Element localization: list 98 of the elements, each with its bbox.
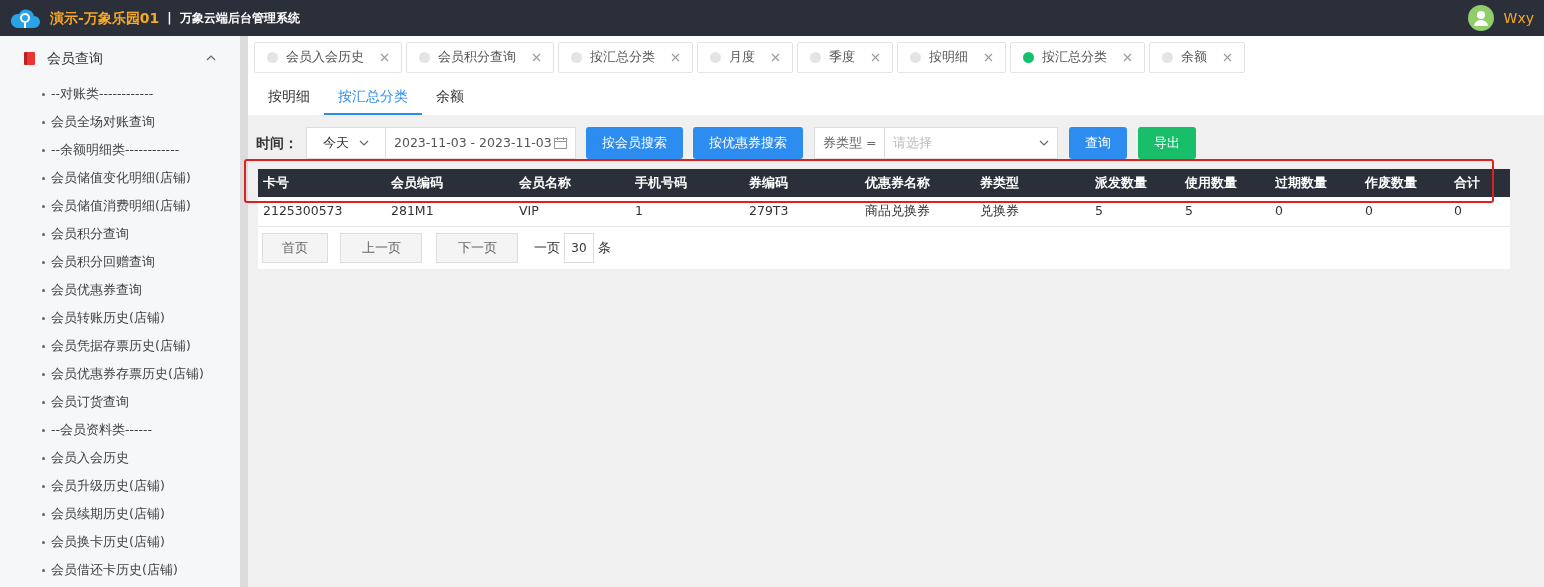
tab-label: 按汇总分类 (590, 48, 655, 67)
calendar-icon (554, 137, 567, 149)
sidebar-item[interactable]: 会员积分查询 (0, 220, 240, 248)
column-header: 作废数量 (1363, 173, 1418, 192)
per-page-label: 一页 (534, 239, 560, 258)
pager-button[interactable]: 下一页 (436, 233, 518, 263)
column-header: 会员名称 (518, 173, 572, 192)
page-tab[interactable]: 会员入会历史 (254, 42, 402, 73)
status-dot (810, 52, 821, 63)
time-label: 时间： (256, 133, 298, 153)
period-select[interactable]: 今天 (306, 127, 386, 159)
separator: | (167, 10, 172, 27)
sidebar-item[interactable]: 会员优惠券存票历史(店铺) (0, 360, 240, 388)
page-tab[interactable]: 按汇总分类 (558, 42, 693, 73)
sidebar-item[interactable]: --会员资料类------ (0, 416, 240, 444)
sub-tab[interactable]: 余额 (422, 77, 478, 115)
table-cell-text: 5 (1094, 202, 1104, 221)
table-cell-text: 0 (1364, 202, 1374, 221)
table-cell-text: 0 (1274, 202, 1284, 221)
status-dot (571, 52, 582, 63)
tab-label: 季度 (829, 48, 855, 67)
close-icon[interactable] (1223, 53, 1232, 62)
close-icon[interactable] (984, 53, 993, 62)
chevron-down-icon (359, 140, 369, 146)
column-header: 优惠券名称 (863, 173, 931, 192)
page-tab[interactable]: 月度 (697, 42, 793, 73)
column-header: 会员编码 (390, 173, 444, 192)
status-dot (910, 52, 921, 63)
avatar-icon[interactable] (1467, 5, 1494, 31)
close-icon[interactable] (532, 53, 541, 62)
table-cell-text: 兑换券 (979, 202, 1020, 221)
tab-label: 按汇总分类 (1042, 48, 1107, 67)
close-icon[interactable] (771, 53, 780, 62)
pager-button[interactable]: 上一页 (340, 233, 422, 263)
status-dot (1023, 52, 1034, 63)
sub-tab[interactable]: 按明细 (254, 77, 324, 115)
user-name[interactable]: Wxy (1503, 7, 1534, 29)
table-cell-text: 281M1 (390, 202, 435, 221)
column-header: 券编码 (748, 173, 789, 192)
sidebar-item[interactable]: --余额明细类------------ (0, 136, 240, 164)
sidebar-item[interactable]: 会员订货查询 (0, 388, 240, 416)
sidebar-item[interactable]: 会员转账历史(店铺) (0, 304, 240, 332)
status-dot (419, 52, 430, 63)
tab-label: 会员入会历史 (286, 48, 364, 67)
column-header: 手机号码 (634, 173, 688, 192)
sidebar-item[interactable]: 会员全场对账查询 (0, 108, 240, 136)
page-tab[interactable]: 季度 (797, 42, 893, 73)
book-icon (24, 51, 35, 65)
close-icon[interactable] (1123, 53, 1132, 62)
brand-name: 演示-万象乐园01 (50, 8, 160, 28)
sidebar-group-header[interactable]: 会员查询 (0, 36, 240, 80)
column-header: 卡号 (262, 173, 290, 192)
table-cell-text: 商品兑换券 (864, 202, 931, 221)
page-tab[interactable]: 按汇总分类 (1010, 42, 1145, 73)
column-header: 派发数量 (1094, 173, 1148, 192)
table-cell-text: 2125300573 (262, 202, 344, 221)
column-header: 券类型 (979, 173, 1020, 192)
close-icon[interactable] (671, 53, 680, 62)
tab-label: 按明细 (929, 48, 968, 67)
tab-label: 余额 (1181, 48, 1207, 67)
chevron-down-icon (1039, 140, 1049, 146)
sidebar-item[interactable]: 会员入会历史 (0, 444, 240, 472)
coupon-type-select[interactable]: 券类型 = 请选择 (814, 127, 1058, 159)
table-cell-text: 5 (1184, 202, 1194, 221)
sidebar-item[interactable]: 会员凭据存票历史(店铺) (0, 332, 240, 360)
table-cell-text: 0 (1453, 202, 1463, 221)
system-title: 万象云端后台管理系统 (179, 10, 300, 27)
column-header: 合计 (1453, 173, 1481, 192)
per-page-field[interactable]: 30 (564, 233, 594, 263)
sidebar-item[interactable]: 会员优惠券查询 (0, 276, 240, 304)
tab-label: 月度 (729, 48, 755, 67)
table-cell-text: 1 (634, 202, 644, 221)
scrollbar[interactable] (240, 36, 248, 587)
date-range-field[interactable]: 2023-11-03 - 2023-11-03 (386, 127, 576, 159)
sub-tab[interactable]: 按汇总分类 (324, 77, 422, 115)
status-dot (1162, 52, 1173, 63)
page-tab[interactable]: 会员积分查询 (406, 42, 554, 73)
sidebar-item[interactable]: 会员储值变化明细(店铺) (0, 164, 240, 192)
sidebar-item[interactable]: 会员积分回赠查询 (0, 248, 240, 276)
page-tab[interactable]: 余额 (1149, 42, 1245, 73)
status-dot (710, 52, 721, 63)
close-icon[interactable] (380, 53, 389, 62)
sidebar-item[interactable]: 会员借还卡历史(店铺) (0, 556, 240, 584)
page-tab[interactable]: 按明细 (897, 42, 1006, 73)
column-header: 过期数量 (1274, 173, 1328, 192)
column-header: 使用数量 (1183, 173, 1238, 192)
table-cell-text: 279T3 (748, 202, 790, 221)
sidebar-item[interactable]: 会员升级历史(店铺) (0, 472, 240, 500)
close-icon[interactable] (871, 53, 880, 62)
sidebar-item[interactable]: 会员续期历史(店铺) (0, 500, 240, 528)
unit-label: 条 (598, 239, 611, 258)
status-dot (267, 52, 278, 63)
tab-label: 会员积分查询 (438, 48, 516, 67)
sidebar-item[interactable]: --对账类------------ (0, 80, 240, 108)
sidebar-item[interactable]: 会员换卡历史(店铺) (0, 528, 240, 556)
sidebar-item[interactable]: 会员储值消费明细(店铺) (0, 192, 240, 220)
table-cell-text: VIP (518, 202, 540, 221)
pager-button[interactable]: 首页 (262, 233, 328, 263)
